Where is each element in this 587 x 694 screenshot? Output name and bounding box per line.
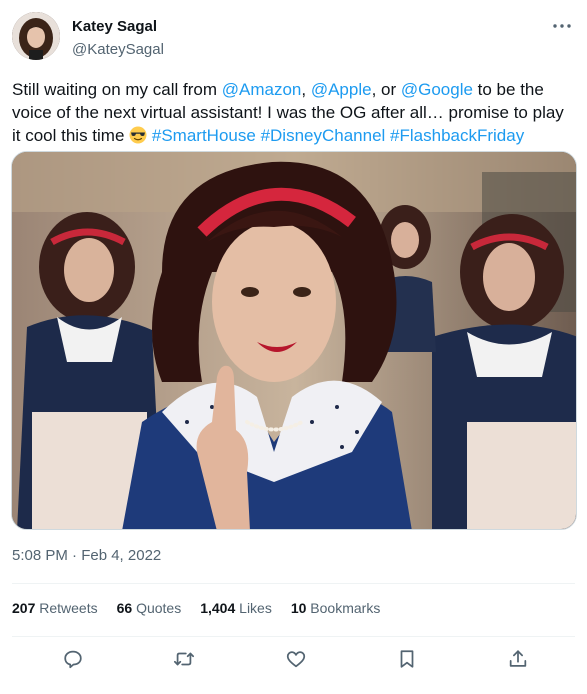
retweet-button[interactable]	[167, 644, 201, 678]
more-icon	[552, 16, 572, 34]
reply-icon	[62, 648, 84, 675]
retweets-label: Retweets	[35, 600, 98, 616]
bookmarks-stat[interactable]: 10 Bookmarks	[291, 600, 381, 620]
mention-apple[interactable]: @Apple	[311, 80, 372, 99]
quotes-stat[interactable]: 66 Quotes	[117, 600, 182, 620]
likes-count: 1,404	[200, 600, 236, 616]
hashtag-disneychannel[interactable]: #DisneyChannel	[261, 126, 386, 145]
tweet-stats: 207 Retweets 66 Quotes 1,404 Likes 10 Bo…	[12, 600, 380, 620]
like-button[interactable]	[279, 644, 313, 678]
avatar[interactable]	[12, 12, 60, 60]
more-button[interactable]	[549, 14, 575, 36]
share-button[interactable]	[501, 644, 535, 678]
tweet-actions	[12, 644, 575, 678]
tweet-text-separator: ,	[301, 80, 311, 99]
bookmark-icon	[396, 648, 418, 675]
bookmarks-label: Bookmarks	[306, 600, 381, 616]
bookmark-button[interactable]	[390, 644, 424, 678]
divider	[12, 583, 575, 584]
tweet-media-image[interactable]	[11, 151, 577, 530]
author-handle[interactable]: @KateySagal	[72, 41, 164, 58]
retweet-icon	[173, 648, 195, 675]
bookmarks-count: 10	[290, 600, 307, 616]
retweets-count: 207	[12, 600, 36, 616]
sunglasses-emoji-icon	[129, 126, 147, 144]
hashtag-flashbackfriday[interactable]: #FlashbackFriday	[390, 126, 524, 145]
tweet-text-part: Still waiting on my call from	[12, 80, 222, 99]
divider	[12, 636, 575, 637]
likes-label: Likes	[235, 600, 272, 616]
reply-button[interactable]	[56, 644, 90, 678]
author-name[interactable]: Katey Sagal	[72, 18, 157, 35]
retweets-stat[interactable]: 207 Retweets	[12, 600, 98, 620]
tweet-text-separator: , or	[371, 80, 401, 99]
likes-stat[interactable]: 1,404 Likes	[200, 600, 272, 620]
quotes-label: Quotes	[132, 600, 182, 616]
tweet-text: Still waiting on my call from @Amazon, @…	[12, 78, 572, 147]
share-icon	[507, 648, 529, 675]
hashtag-smarthouse[interactable]: #SmartHouse	[152, 126, 256, 145]
mention-amazon[interactable]: @Amazon	[222, 80, 302, 99]
tweet-timestamp[interactable]: 5:08 PM · Feb 4, 2022	[12, 547, 161, 564]
quotes-count: 66	[116, 600, 133, 616]
like-icon	[285, 648, 307, 675]
mention-google[interactable]: @Google	[401, 80, 473, 99]
tweet-header: Katey Sagal @KateySagal	[12, 12, 575, 64]
